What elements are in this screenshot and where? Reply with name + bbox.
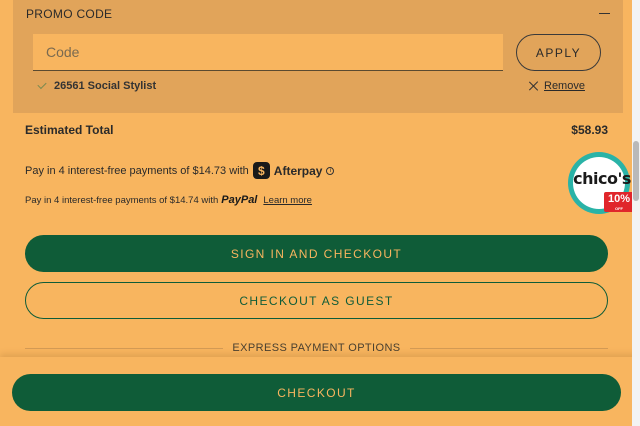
chicos-discount-badge[interactable]: chico's 10% OFF [568, 152, 634, 214]
discount-sub: OFF [615, 206, 623, 211]
checkout-button[interactable]: CHECKOUT [12, 374, 621, 411]
close-icon [529, 81, 539, 91]
collapse-minus-icon[interactable] [598, 6, 612, 20]
apply-button[interactable]: APPLY [516, 34, 601, 71]
afterpay-logo-icon: $ [252, 162, 270, 179]
estimated-total-label: Estimated Total [25, 123, 114, 137]
scrollbar-track[interactable] [632, 0, 640, 426]
info-icon[interactable]: i [326, 166, 335, 175]
sign-in-and-checkout-button[interactable]: SIGN IN AND CHECKOUT [25, 235, 608, 272]
paypal-logo: PayPal [221, 194, 258, 206]
promo-code-input[interactable] [33, 34, 503, 71]
afterpay-message: Pay in 4 interest-free payments of $14.7… [25, 162, 335, 179]
paypal-message: Pay in 4 interest-free payments of $14.7… [25, 194, 312, 206]
express-payment-divider: EXPRESS PAYMENT OPTIONS [25, 338, 608, 358]
chicos-logo: chico's [573, 169, 631, 188]
estimated-total-value: $58.93 [571, 123, 608, 137]
discount-tag: 10% OFF [604, 192, 634, 212]
paypal-text: Pay in 4 interest-free payments of $14.7… [25, 194, 219, 206]
afterpay-text: Pay in 4 interest-free payments of $14.7… [25, 164, 249, 177]
afterpay-brand: Afterpay [273, 163, 323, 178]
remove-label: Remove [544, 80, 585, 92]
scrollbar-thumb[interactable] [633, 141, 639, 201]
discount-value: 10% [607, 193, 631, 205]
sticky-checkout-bar: CHECKOUT [0, 357, 640, 426]
applied-promo: 26561 Social Stylist [37, 79, 157, 92]
divider-line [410, 348, 608, 349]
learn-more-link[interactable]: Learn more [263, 195, 312, 206]
promo-code-panel: PROMO CODE APPLY 26561 Social Stylist Re… [13, 0, 623, 113]
check-icon [37, 79, 47, 90]
promo-code-header: PROMO CODE [26, 7, 113, 21]
remove-promo-button[interactable]: Remove [529, 80, 585, 92]
checkout-as-guest-button[interactable]: CHECKOUT AS GUEST [25, 282, 608, 319]
applied-promo-label: 26561 Social Stylist [54, 80, 157, 92]
